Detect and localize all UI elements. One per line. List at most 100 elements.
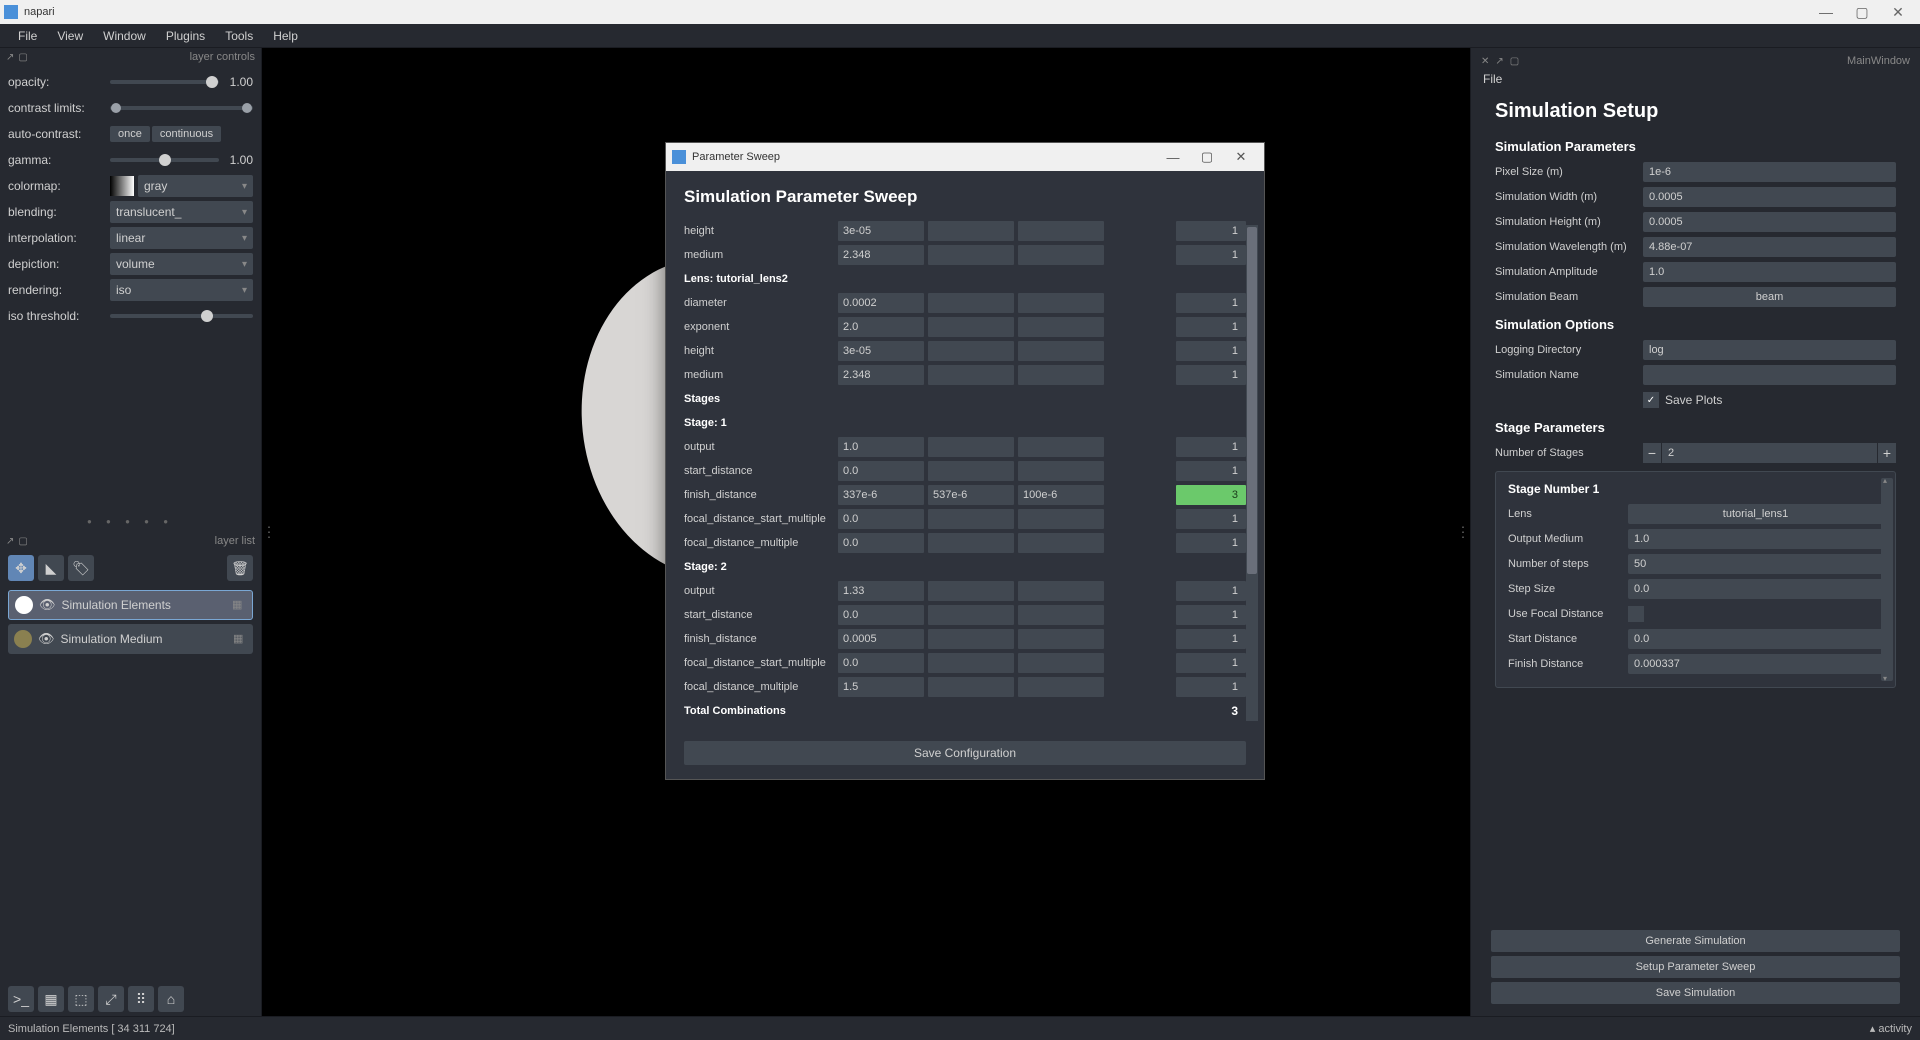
sweep-cell[interactable]: 0.0	[838, 509, 924, 529]
menu-help[interactable]: Help	[263, 27, 308, 45]
canvas-handle-left-icon[interactable]: ⋮	[262, 524, 276, 541]
sweep-cell[interactable]: 0.0	[838, 533, 924, 553]
pin-icon[interactable]: ▢	[1510, 56, 1519, 67]
delete-layer-icon[interactable]: 🗑	[227, 555, 253, 581]
interpolation-select[interactable]: linear	[110, 227, 253, 249]
dialog-minimize-button[interactable]: —	[1156, 150, 1190, 165]
colormap-swatch[interactable]	[110, 176, 134, 196]
select-tool-icon[interactable]: ◣	[38, 555, 64, 581]
sweep-cell[interactable]	[928, 437, 1014, 457]
stepper-plus-icon[interactable]: +	[1878, 443, 1896, 463]
sweep-cell[interactable]	[928, 629, 1014, 649]
opacity-slider[interactable]	[110, 80, 219, 84]
blending-select[interactable]: translucent_	[110, 201, 253, 223]
sweep-cell[interactable]: 537e-6	[928, 485, 1014, 505]
console-icon[interactable]: >_	[8, 986, 34, 1012]
auto-contrast-once[interactable]: once	[110, 126, 150, 142]
close-dock-icon[interactable]: ✕	[1481, 56, 1489, 67]
colormap-select[interactable]: gray	[138, 175, 253, 197]
sweep-cell[interactable]	[928, 293, 1014, 313]
sweep-cell[interactable]	[1018, 437, 1104, 457]
focal-checkbox[interactable]	[1628, 606, 1644, 622]
undock-icon[interactable]: ↗	[6, 536, 14, 547]
auto-contrast-continuous[interactable]: continuous	[152, 126, 221, 142]
dialog-maximize-button[interactable]: ▢	[1190, 149, 1224, 165]
sweep-cell[interactable]	[928, 677, 1014, 697]
save-simulation-button[interactable]: Save Simulation	[1491, 982, 1900, 1004]
sweep-cell[interactable]	[1018, 317, 1104, 337]
activity-indicator[interactable]: ▴ activity	[1870, 1022, 1912, 1035]
ndisplay-icon[interactable]: ▦	[38, 986, 64, 1012]
sweep-cell[interactable]	[1018, 293, 1104, 313]
sweep-cell[interactable]	[1018, 533, 1104, 553]
sweep-count[interactable]: 1	[1176, 437, 1246, 457]
close-button[interactable]: ✕	[1880, 4, 1916, 21]
sweep-cell[interactable]: 2.348	[838, 365, 924, 385]
panel-drag-handle[interactable]: ● ● ● ● ●	[0, 511, 261, 532]
save-configuration-button[interactable]: Save Configuration	[684, 741, 1246, 765]
dialog-close-button[interactable]: ✕	[1224, 149, 1258, 165]
sweep-cell[interactable]	[1018, 509, 1104, 529]
rendering-select[interactable]: iso	[110, 279, 253, 301]
dialog-scrollbar[interactable]	[1246, 225, 1258, 721]
sweep-cell[interactable]	[928, 245, 1014, 265]
sweep-count[interactable]: 1	[1176, 461, 1246, 481]
stage-scrollbar[interactable]	[1881, 478, 1893, 681]
sweep-cell[interactable]: 337e-6	[838, 485, 924, 505]
sweep-cell[interactable]	[1018, 341, 1104, 361]
setup-parameter-sweep-button[interactable]: Setup Parameter Sweep	[1491, 956, 1900, 978]
sweep-cell[interactable]: 2.0	[838, 317, 924, 337]
sweep-cell[interactable]: 1.0	[838, 437, 924, 457]
menu-window[interactable]: Window	[93, 27, 156, 45]
sweep-count[interactable]: 1	[1176, 245, 1246, 265]
finish-distance-input[interactable]: 0.000337	[1628, 654, 1883, 674]
start-distance-input[interactable]: 0.0	[1628, 629, 1883, 649]
sweep-cell[interactable]	[1018, 221, 1104, 241]
num-stages-stepper[interactable]: − 2 +	[1643, 443, 1896, 463]
sweep-cell[interactable]: 1.33	[838, 581, 924, 601]
save-plots-checkbox[interactable]: ✓	[1643, 392, 1659, 408]
sweep-cell[interactable]	[1018, 629, 1104, 649]
menu-tools[interactable]: Tools	[215, 27, 263, 45]
log-dir-input[interactable]: log	[1643, 340, 1896, 360]
sweep-cell[interactable]: 1.5	[838, 677, 924, 697]
minimize-button[interactable]: —	[1808, 4, 1844, 20]
output-medium-input[interactable]: 1.0	[1628, 529, 1883, 549]
roll-icon[interactable]: ⬚	[68, 986, 94, 1012]
generate-simulation-button[interactable]: Generate Simulation	[1491, 930, 1900, 952]
sweep-count[interactable]: 1	[1176, 533, 1246, 553]
sweep-count[interactable]: 1	[1176, 509, 1246, 529]
dialog-titlebar[interactable]: Parameter Sweep — ▢ ✕	[666, 143, 1264, 171]
sweep-count[interactable]: 1	[1176, 581, 1246, 601]
sweep-count[interactable]: 1	[1176, 653, 1246, 673]
menu-plugins[interactable]: Plugins	[156, 27, 215, 45]
sweep-count[interactable]: 1	[1176, 221, 1246, 241]
sim-wavelength-input[interactable]: 4.88e-07	[1643, 237, 1896, 257]
transpose-icon[interactable]: ⤢	[98, 986, 124, 1012]
sweep-count[interactable]: 1	[1176, 605, 1246, 625]
sweep-cell[interactable]: 0.0005	[838, 629, 924, 649]
sweep-cell[interactable]	[1018, 581, 1104, 601]
maximize-button[interactable]: ▢	[1844, 4, 1880, 21]
menu-file[interactable]: File	[8, 27, 47, 45]
sweep-cell[interactable]: 3e-05	[838, 341, 924, 361]
stepper-minus-icon[interactable]: −	[1643, 443, 1661, 463]
nsteps-input[interactable]: 50	[1628, 554, 1883, 574]
menu-view[interactable]: View	[47, 27, 93, 45]
depiction-select[interactable]: volume	[110, 253, 253, 275]
sweep-cell[interactable]	[928, 581, 1014, 601]
visibility-icon[interactable]: 👁	[38, 631, 55, 647]
undock-icon[interactable]: ↗	[6, 52, 14, 63]
sweep-cell[interactable]	[928, 221, 1014, 241]
sim-beam-select[interactable]: beam	[1643, 287, 1896, 307]
label-tool-icon[interactable]: 🏷	[68, 555, 94, 581]
contrast-slider[interactable]	[110, 106, 253, 110]
grid-icon[interactable]: ⠿	[128, 986, 154, 1012]
sweep-cell[interactable]: 0.0002	[838, 293, 924, 313]
sweep-count[interactable]: 1	[1176, 317, 1246, 337]
sweep-cell[interactable]	[928, 341, 1014, 361]
sim-height-input[interactable]: 0.0005	[1643, 212, 1896, 232]
sweep-cell[interactable]	[928, 461, 1014, 481]
sweep-count[interactable]: 1	[1176, 341, 1246, 361]
sweep-cell[interactable]	[1018, 605, 1104, 625]
